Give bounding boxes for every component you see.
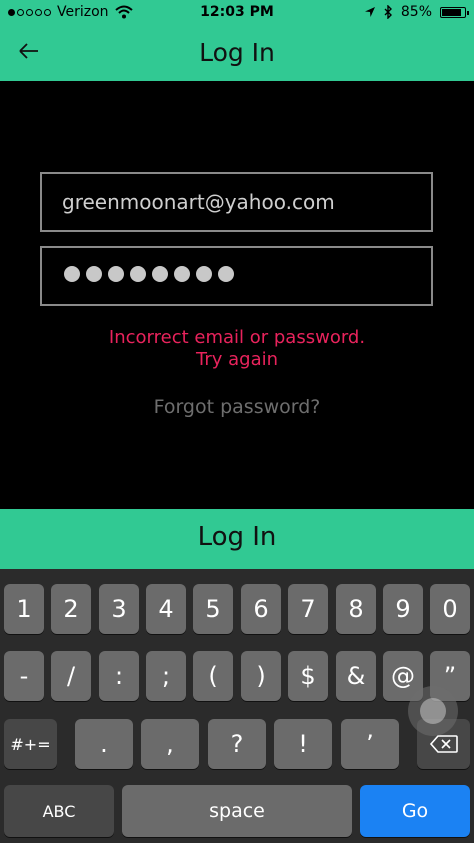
key[interactable]: 3 (99, 584, 139, 634)
forgot-password-link[interactable]: Forgot password? (0, 396, 474, 418)
status-bar: Verizon 12:03 PM 85% (0, 0, 474, 26)
battery-percent: 85% (400, 4, 432, 20)
keyboard: 1 2 3 4 5 6 7 8 9 0 - / : ; ( ) $ & @ ” … (0, 569, 474, 843)
key[interactable]: ; (146, 651, 186, 701)
key[interactable]: 0 (430, 584, 470, 634)
key[interactable]: - (4, 651, 44, 701)
key[interactable]: ) (241, 651, 281, 701)
password-dot (108, 266, 124, 282)
key[interactable]: 8 (336, 584, 376, 634)
backspace-icon (429, 735, 458, 753)
location-arrow-icon (364, 7, 375, 17)
error-message: Incorrect email or password. (108, 327, 366, 348)
key[interactable]: ! (274, 719, 332, 769)
key[interactable]: 2 (51, 584, 91, 634)
password-dot (196, 266, 212, 282)
email-input[interactable] (42, 174, 431, 230)
key[interactable]: ( (193, 651, 233, 701)
key[interactable]: 5 (193, 584, 233, 634)
password-dot (152, 266, 168, 282)
key[interactable]: 6 (241, 584, 281, 634)
battery-icon (440, 6, 469, 18)
key[interactable]: . (75, 719, 133, 769)
password-dots (64, 266, 234, 282)
key[interactable]: ? (208, 719, 266, 769)
key[interactable]: & (336, 651, 376, 701)
password-dot (218, 266, 234, 282)
key[interactable]: 4 (146, 584, 186, 634)
password-field[interactable] (40, 246, 433, 306)
key[interactable]: ’ (341, 719, 399, 769)
key[interactable]: 9 (383, 584, 423, 634)
key[interactable]: 7 (288, 584, 328, 634)
password-dot (130, 266, 146, 282)
symbols-mode-key[interactable]: #+= (4, 719, 57, 769)
abc-key[interactable]: ABC (4, 785, 114, 837)
key[interactable]: 1 (4, 584, 44, 634)
key[interactable]: $ (288, 651, 328, 701)
key[interactable]: , (141, 719, 199, 769)
assistive-touch-button[interactable] (408, 686, 458, 736)
login-button[interactable]: Log In (0, 509, 474, 569)
login-button-label: Log In (197, 522, 277, 552)
bluetooth-icon (384, 5, 392, 19)
go-key[interactable]: Go (360, 785, 470, 837)
password-dot (174, 266, 190, 282)
status-right: 85% (364, 4, 469, 20)
page-title: Log In (199, 38, 275, 67)
error-retry: Try again (195, 349, 279, 370)
nav-bar: Log In (0, 26, 474, 81)
battery-fill (442, 8, 461, 16)
space-key[interactable]: space (122, 785, 352, 837)
key[interactable]: : (99, 651, 139, 701)
email-field[interactable] (40, 172, 433, 232)
key[interactable]: / (51, 651, 91, 701)
password-dot (64, 266, 80, 282)
password-dot (86, 266, 102, 282)
